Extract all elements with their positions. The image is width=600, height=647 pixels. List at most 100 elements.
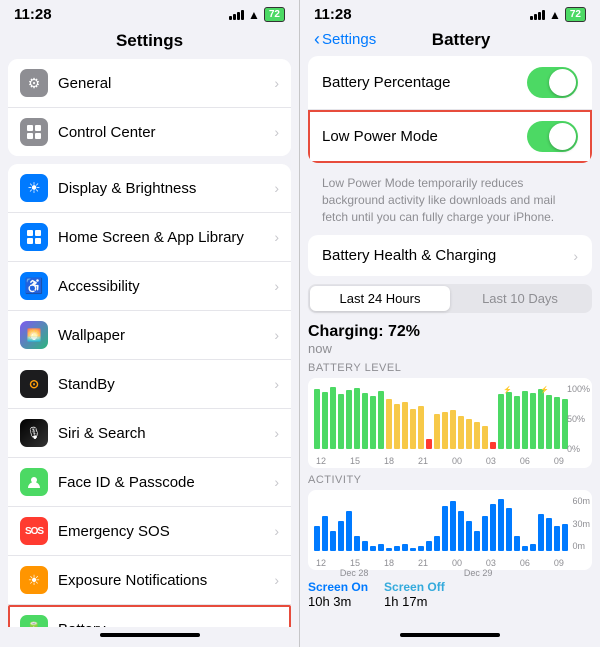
- chevron-icon: ›: [274, 278, 279, 294]
- exposure-label: Exposure Notifications: [58, 572, 274, 589]
- left-status-icons: ▲ 72: [229, 7, 285, 22]
- battery-y-labels: 100% 50% 0%: [567, 384, 590, 454]
- activity-y-labels: 60m 30m 0m: [572, 496, 590, 551]
- right-signal-icon: [530, 10, 545, 20]
- y-label-0: 0%: [567, 444, 590, 454]
- chevron-icon: ›: [274, 75, 279, 91]
- sidebar-item-emergency[interactable]: SOS Emergency SOS ›: [8, 507, 291, 556]
- display-label: Display & Brightness: [58, 180, 274, 197]
- sidebar-item-home-screen[interactable]: Home Screen & App Library ›: [8, 213, 291, 262]
- sidebar-item-accessibility[interactable]: ♿ Accessibility ›: [8, 262, 291, 311]
- sidebar-item-faceid[interactable]: Face ID & Passcode ›: [8, 458, 291, 507]
- activity-chart-svg: [312, 496, 570, 556]
- sidebar-item-control-center[interactable]: Control Center ›: [8, 108, 291, 156]
- home-screen-icon: [20, 223, 48, 251]
- right-panel-title: Battery: [376, 30, 546, 50]
- sidebar-item-battery[interactable]: 🔋 Battery ›: [8, 605, 291, 627]
- right-content: Battery Percentage Low Power Mode Low Po…: [300, 56, 600, 627]
- svg-text:⚡: ⚡: [540, 385, 549, 394]
- faceid-icon: [20, 468, 48, 496]
- screen-off-stat: Screen Off 1h 17m: [384, 580, 445, 609]
- y-label-30: 30m: [572, 519, 590, 529]
- standby-label: StandBy: [58, 376, 274, 393]
- y-label-60: 60m: [572, 496, 590, 506]
- chevron-icon: ›: [274, 621, 279, 627]
- sidebar-item-exposure[interactable]: ☀ Exposure Notifications ›: [8, 556, 291, 605]
- sidebar-item-wallpaper[interactable]: 🌅 Wallpaper ›: [8, 311, 291, 360]
- back-chevron-icon: ‹: [314, 29, 320, 50]
- y-label-100: 100%: [567, 384, 590, 394]
- battery-percentage-label: Battery Percentage: [322, 74, 527, 91]
- right-battery-icon: 72: [565, 7, 586, 22]
- battery-level-chart: 100% 50% 0%: [308, 378, 592, 468]
- sidebar-item-general[interactable]: ⚙ General ›: [8, 59, 291, 108]
- right-panel: 11:28 ▲ 72 ‹ Settings Battery: [300, 0, 600, 647]
- siri-icon: 🎙: [20, 419, 48, 447]
- sidebar-item-standby[interactable]: ⊙ StandBy ›: [8, 360, 291, 409]
- screen-off-label: Screen Off: [384, 580, 445, 594]
- screen-on-label: Screen On: [308, 580, 368, 594]
- screen-on-stat: Screen On 10h 3m: [308, 580, 368, 609]
- right-status-bar: 11:28 ▲ 72: [300, 0, 600, 27]
- sidebar-item-display[interactable]: ☀ Display & Brightness ›: [8, 164, 291, 213]
- signal-bars-icon: [229, 10, 244, 20]
- battery-x-labels: 1215182100030609: [312, 454, 568, 466]
- home-bar: [100, 633, 200, 637]
- svg-text:⚡: ⚡: [503, 385, 512, 394]
- activity-date-labels: Dec 28Dec 29: [312, 568, 568, 578]
- accessibility-label: Accessibility: [58, 278, 274, 295]
- battery-level-label: BATTERY LEVEL: [308, 362, 592, 374]
- right-home-bar: [400, 633, 500, 637]
- low-power-mode-label: Low Power Mode: [322, 128, 527, 145]
- exposure-icon: ☀: [20, 566, 48, 594]
- settings-list: ⚙ General › Control Center ›: [0, 59, 299, 627]
- chevron-icon: ›: [274, 180, 279, 196]
- left-panel-title: Settings: [0, 27, 299, 59]
- low-power-mode-toggle[interactable]: [527, 121, 578, 152]
- wallpaper-label: Wallpaper: [58, 327, 274, 344]
- settings-group-2: ☀ Display & Brightness › Home Screen & A…: [8, 164, 291, 627]
- right-home-indicator: [300, 627, 600, 647]
- wifi-icon: ▲: [248, 8, 260, 22]
- charging-title: Charging: 72%: [308, 323, 592, 341]
- back-button[interactable]: ‹ Settings: [314, 29, 376, 50]
- battery-health-label: Battery Health & Charging: [322, 247, 573, 264]
- standby-icon: ⊙: [20, 370, 48, 398]
- home-screen-label: Home Screen & App Library: [58, 229, 274, 246]
- left-time: 11:28: [14, 6, 52, 23]
- tab-24h[interactable]: Last 24 Hours: [310, 286, 450, 311]
- battery-percentage-toggle[interactable]: [527, 67, 578, 98]
- toggle-section: Battery Percentage Low Power Mode: [308, 56, 592, 163]
- settings-group-1: ⚙ General › Control Center ›: [8, 59, 291, 156]
- chevron-icon: ›: [274, 523, 279, 539]
- battery-settings-icon: 🔋: [20, 615, 48, 627]
- right-wifi-icon: ▲: [549, 8, 561, 22]
- chevron-icon: ›: [274, 474, 279, 490]
- screen-off-value: 1h 17m: [384, 594, 445, 609]
- left-panel: 11:28 ▲ 72 Settings ⚙ General ›: [0, 0, 300, 647]
- general-icon: ⚙: [20, 69, 48, 97]
- chevron-icon: ›: [274, 327, 279, 343]
- faceid-label: Face ID & Passcode: [58, 474, 274, 491]
- battery-chart-svg: ⚡ ⚡: [312, 384, 570, 454]
- sidebar-item-siri[interactable]: 🎙 Siri & Search ›: [8, 409, 291, 458]
- battery-label: Battery: [58, 621, 274, 628]
- low-power-mode-row[interactable]: Low Power Mode: [308, 110, 592, 163]
- right-time: 11:28: [314, 6, 352, 23]
- tab-10d[interactable]: Last 10 Days: [450, 286, 590, 311]
- battery-icon: 72: [264, 7, 285, 22]
- display-icon: ☀: [20, 174, 48, 202]
- left-status-bar: 11:28 ▲ 72: [0, 0, 299, 27]
- low-power-description: Low Power Mode temporarily reduces backg…: [308, 171, 592, 235]
- activity-chart: 60m 30m 0m: [308, 490, 592, 570]
- battery-health-row[interactable]: Battery Health & Charging ›: [308, 235, 592, 276]
- activity-x-labels: 1215182100030609: [312, 556, 568, 568]
- y-label-50: 50%: [567, 414, 590, 424]
- charging-info: Charging: 72% now: [308, 323, 592, 356]
- control-center-label: Control Center: [58, 124, 274, 141]
- time-tabs: Last 24 Hours Last 10 Days: [308, 284, 592, 313]
- charging-subtitle: now: [308, 341, 592, 356]
- general-label: General: [58, 75, 274, 92]
- battery-percentage-row[interactable]: Battery Percentage: [308, 56, 592, 110]
- chevron-icon: ›: [274, 229, 279, 245]
